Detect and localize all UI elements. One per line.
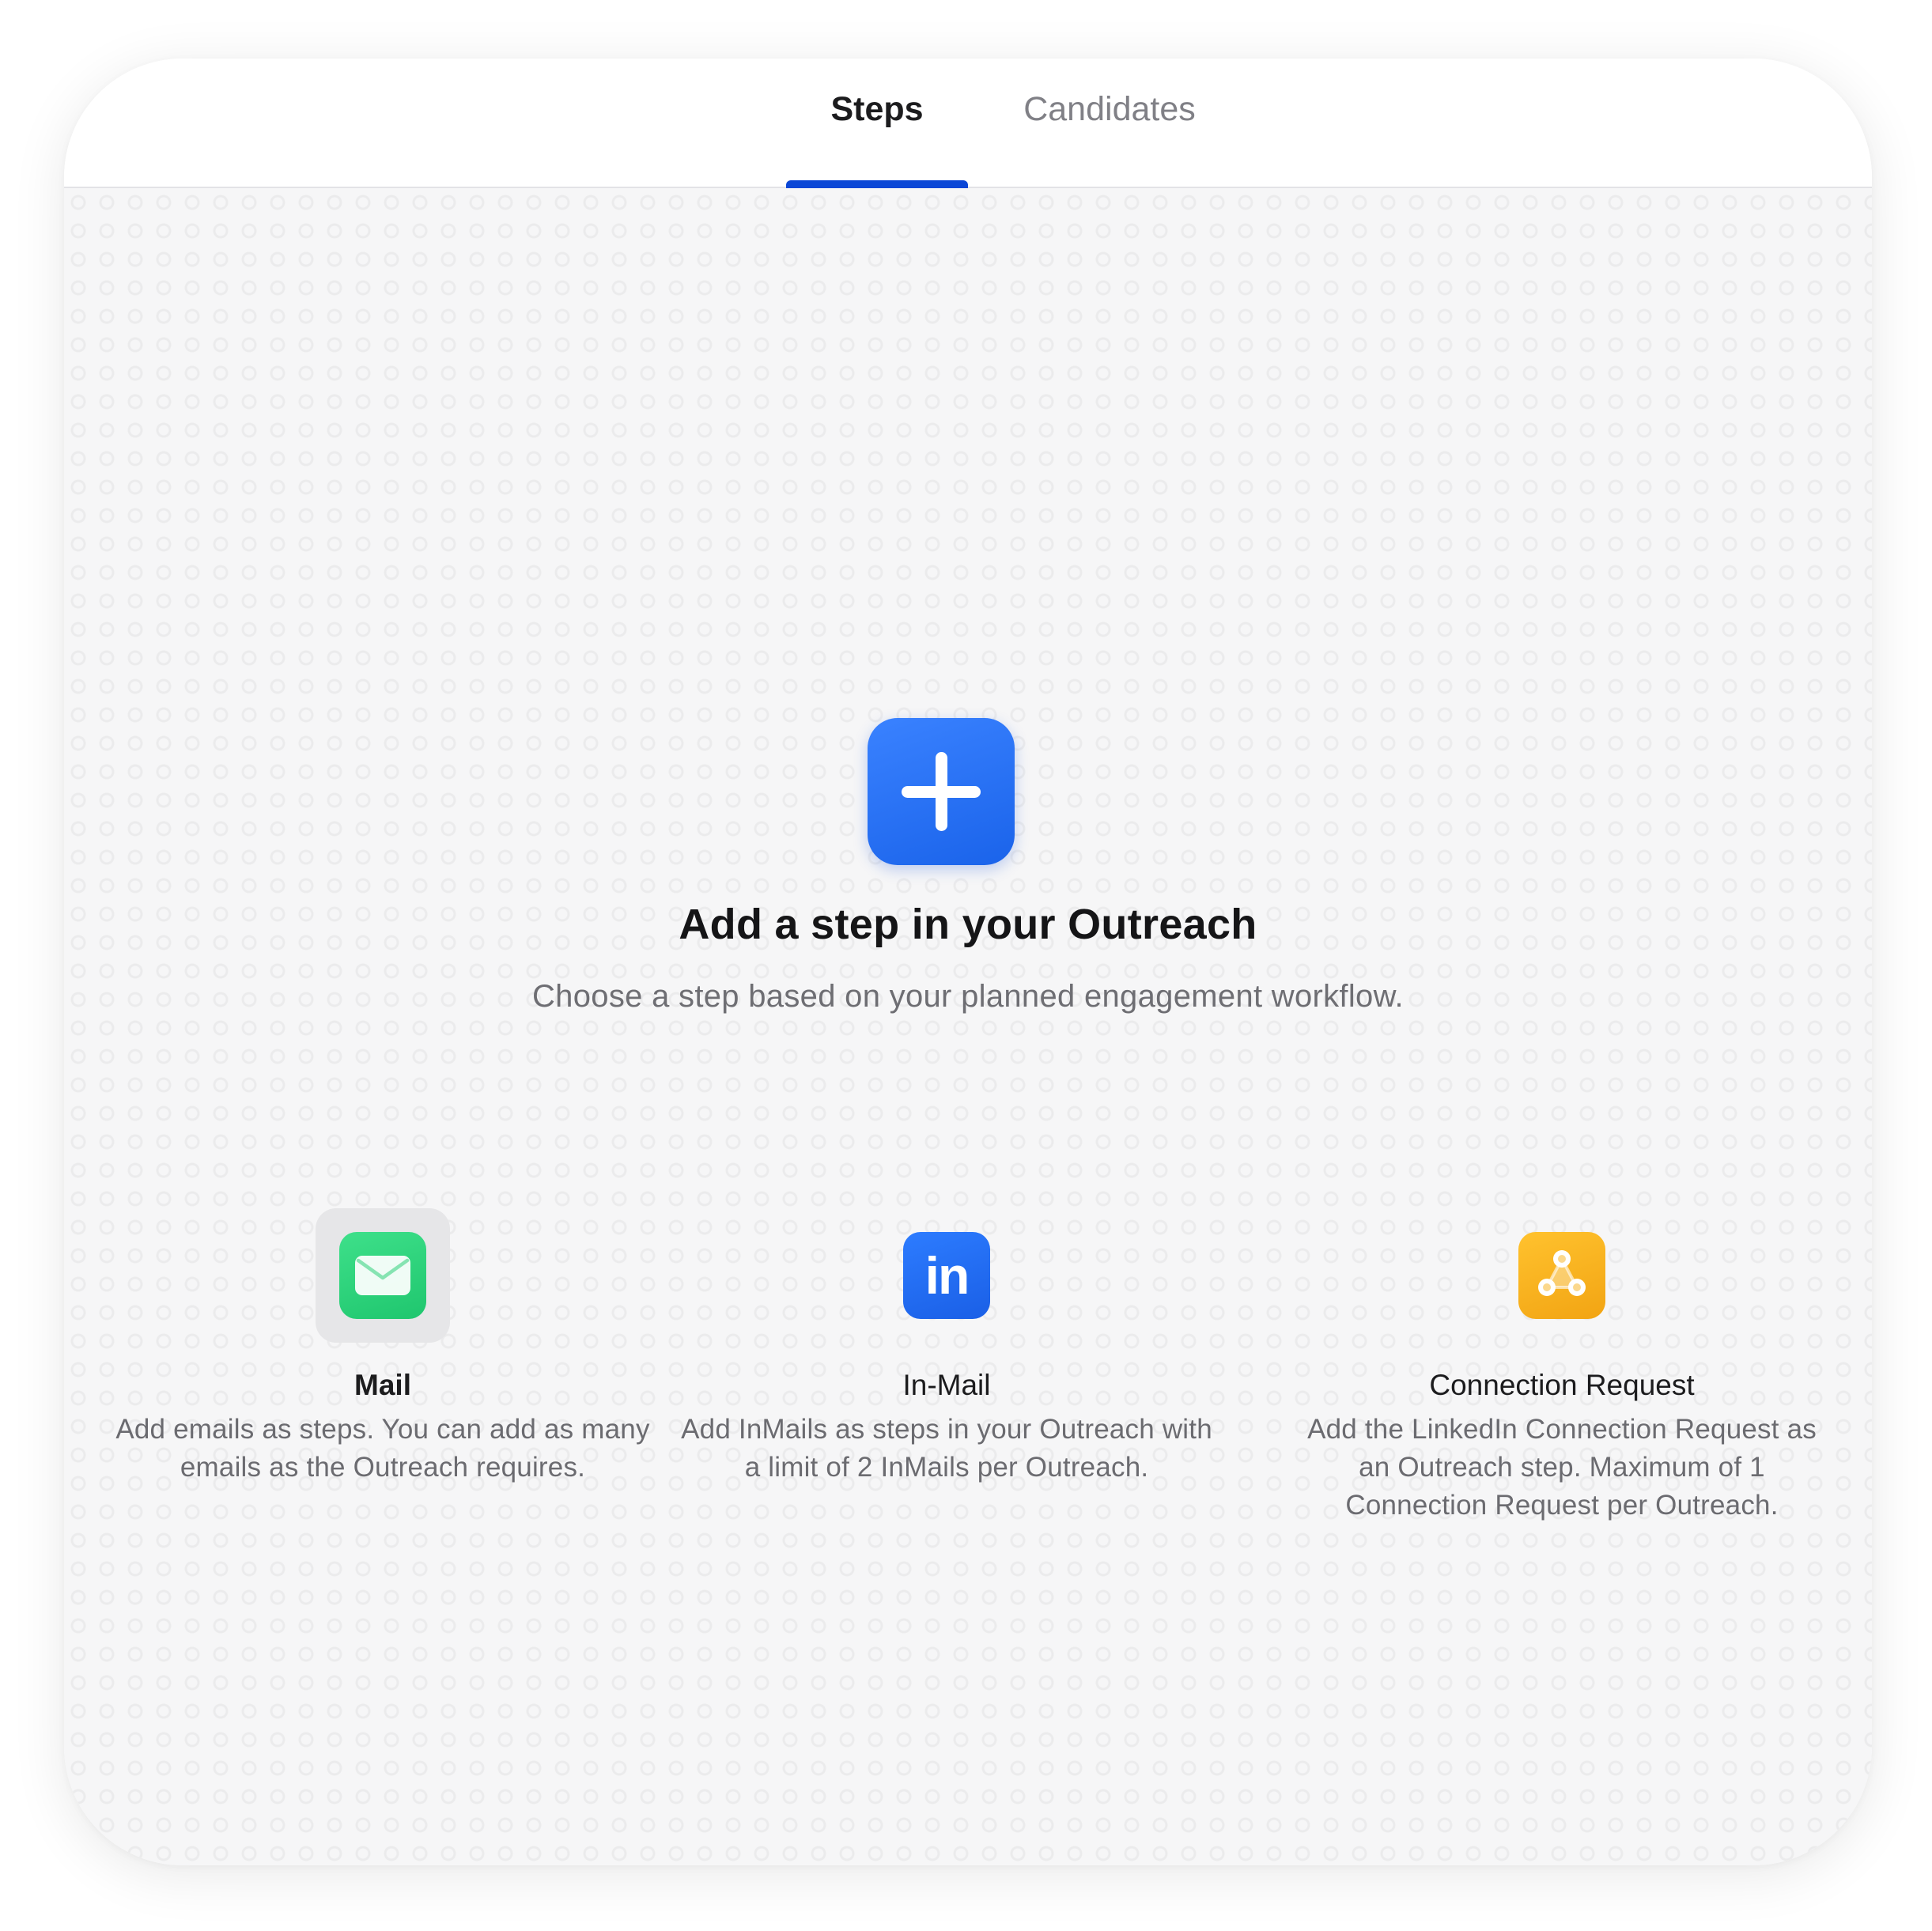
option-description: Add the LinkedIn Connection Request as a… bbox=[1307, 1414, 1817, 1521]
steps-canvas: Add a step in your Outreach Choose a ste… bbox=[64, 188, 1872, 1865]
tab-steps-label: Steps bbox=[830, 90, 924, 128]
option-description: Add InMails as steps in your Outreach wi… bbox=[681, 1414, 1212, 1483]
tab-candidates[interactable]: Candidates bbox=[991, 90, 1228, 185]
step-option-inmail[interactable]: in In-Mail Add InMails as steps in your … bbox=[678, 1208, 1216, 1487]
option-description: Add emails as steps. You can add as many… bbox=[115, 1414, 650, 1483]
inmail-icon-slot: in bbox=[879, 1208, 1014, 1343]
connection-icon-slot bbox=[1495, 1208, 1629, 1343]
step-option-mail[interactable]: Mail Add emails as steps. You can add as… bbox=[114, 1208, 652, 1487]
mail-icon bbox=[339, 1232, 426, 1319]
option-title: Connection Request bbox=[1429, 1369, 1695, 1401]
step-option-connection-request[interactable]: Connection Request Add the LinkedIn Conn… bbox=[1293, 1208, 1831, 1525]
outreach-panel: Steps Candidates Add a step in your Outr… bbox=[64, 59, 1872, 1865]
empty-state-subtitle: Choose a step based on your planned enga… bbox=[532, 979, 1404, 1014]
linkedin-icon: in bbox=[903, 1232, 990, 1319]
active-tab-indicator bbox=[786, 180, 968, 188]
mail-icon-slot bbox=[316, 1208, 450, 1343]
connection-network-icon bbox=[1518, 1232, 1605, 1319]
empty-state-title: Add a step in your Outreach bbox=[679, 901, 1257, 948]
linkedin-icon-text: in bbox=[924, 1246, 970, 1305]
option-title: Mail bbox=[354, 1369, 411, 1401]
tab-bar: Steps Candidates bbox=[64, 59, 1872, 188]
plus-icon bbox=[902, 752, 981, 831]
option-title: In-Mail bbox=[902, 1369, 991, 1401]
tab-steps[interactable]: Steps bbox=[786, 90, 968, 188]
add-step-button[interactable] bbox=[868, 718, 1015, 865]
tab-candidates-label: Candidates bbox=[1023, 90, 1196, 128]
